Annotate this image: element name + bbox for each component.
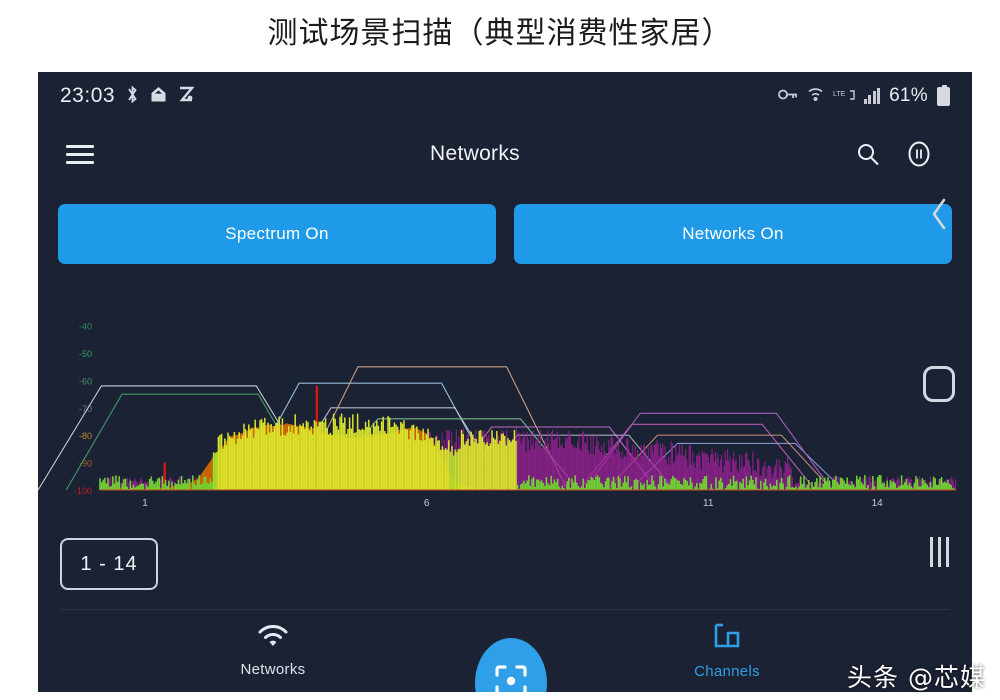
app-bar: Networks (38, 120, 972, 188)
toggle-button-row: Spectrum On Networks On (38, 204, 972, 264)
watermark: 头条 @芯媒 (847, 663, 986, 692)
x-axis-tick: 6 (424, 498, 430, 509)
app-bar-title: Networks (430, 142, 520, 165)
spectrum-chart[interactable]: -40 -50 -60 -70 -80 -90 -100 1 6 11 14 (38, 300, 972, 518)
x-axis-tick: 11 (703, 498, 714, 509)
phone-screenshot: 23:03 LTE 61% Networks Spectrum On Netwo… (38, 72, 972, 692)
home-icon[interactable] (906, 364, 972, 404)
nav-label-channels: Channels (694, 662, 760, 680)
x-axis-tick: 1 (142, 498, 148, 509)
y-axis-tick: -80 (79, 431, 92, 441)
spectrum-chart-svg: -40-50-60-70-80-90-1001 6 11 14 (38, 322, 957, 509)
scan-focus-icon (494, 664, 528, 692)
y-axis-tick: -60 (79, 376, 92, 386)
networks-toggle-button[interactable]: Networks On (514, 204, 952, 264)
search-icon[interactable] (856, 142, 880, 166)
x-axis-tick: 14 (872, 498, 884, 509)
status-time: 23:03 (60, 84, 116, 107)
spectrum-toggle-button[interactable]: Spectrum On (58, 204, 496, 264)
status-bar-left: 23:03 (60, 84, 195, 108)
y-axis-tick: -50 (79, 349, 92, 359)
bluetooth-icon (126, 85, 139, 107)
recents-icon[interactable] (906, 532, 972, 572)
bar-chart-icon (713, 623, 741, 654)
wifi-icon (258, 624, 288, 652)
android-navigation-bar (906, 72, 972, 692)
signal-bars-icon (863, 88, 881, 104)
lte-icon: LTE (833, 88, 855, 105)
back-chevron-icon[interactable] (906, 194, 972, 234)
wifi-icon (807, 86, 824, 106)
y-axis-tick: -100 (74, 486, 92, 496)
hamburger-icon[interactable] (66, 140, 94, 169)
nav-item-channels[interactable]: Channels (612, 623, 842, 680)
page-title: 测试场景扫描（典型消费性家居） (267, 16, 733, 51)
status-bar: 23:03 LTE 61% (38, 72, 972, 120)
nav-item-networks[interactable]: Networks (158, 624, 388, 678)
alarm-icon (178, 86, 195, 106)
channel-range-button[interactable]: 1 - 14 (60, 538, 158, 590)
svg-text:LTE: LTE (833, 91, 846, 98)
y-axis-tick: -40 (79, 322, 92, 332)
vpn-key-icon (150, 86, 167, 106)
nav-label-networks: Networks (240, 660, 306, 678)
key-icon (777, 88, 798, 104)
